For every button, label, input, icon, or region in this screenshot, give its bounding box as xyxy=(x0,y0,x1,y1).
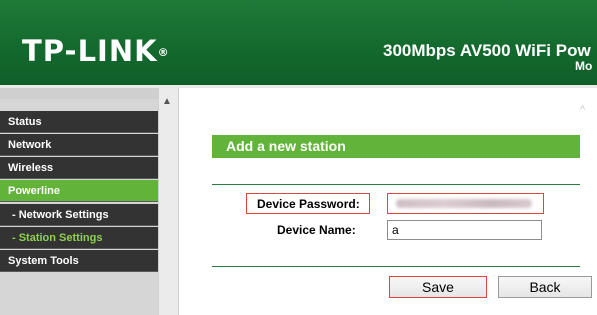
chevron-up-icon[interactable]: ▲ xyxy=(162,96,172,107)
model-label: Mo xyxy=(575,59,593,73)
save-button[interactable]: Save xyxy=(389,276,487,298)
sidebar-top-band xyxy=(0,88,158,99)
section-divider-bottom xyxy=(212,266,580,267)
sidebar-item-station-settings[interactable]: - Station Settings xyxy=(0,227,158,249)
sidebar-scrollbar[interactable]: ▲ xyxy=(158,88,178,315)
header-bar: TP-LINK® 300Mbps AV500 WiFi Pow Mo xyxy=(0,0,597,85)
tp-link-logo: TP-LINK® xyxy=(22,34,170,68)
sidebar-item-status[interactable]: Status xyxy=(0,111,158,133)
section-divider-top xyxy=(212,184,580,185)
product-title: 300Mbps AV500 WiFi Pow xyxy=(383,41,591,60)
redacted-password-value xyxy=(396,199,532,208)
section-title: Add a new station xyxy=(212,135,580,158)
back-button[interactable]: Back xyxy=(498,276,592,298)
sidebar-item-network[interactable]: Network xyxy=(0,134,158,156)
chevron-up-icon[interactable]: ^ xyxy=(580,104,585,116)
sidebar-item-wireless[interactable]: Wireless xyxy=(0,157,158,179)
sidebar-item-network-settings[interactable]: - Network Settings xyxy=(0,204,158,226)
device-password-label: Device Password: xyxy=(257,197,360,211)
device-name-input[interactable] xyxy=(387,220,542,240)
sidebar-item-system-tools[interactable]: System Tools xyxy=(0,250,158,272)
device-name-label: Device Name: xyxy=(277,223,356,237)
sidebar-item-powerline[interactable]: Powerline xyxy=(0,180,158,202)
router-admin-page: TP-LINK® 300Mbps AV500 WiFi Pow Mo Statu… xyxy=(0,0,597,315)
registered-mark: ® xyxy=(157,46,170,59)
